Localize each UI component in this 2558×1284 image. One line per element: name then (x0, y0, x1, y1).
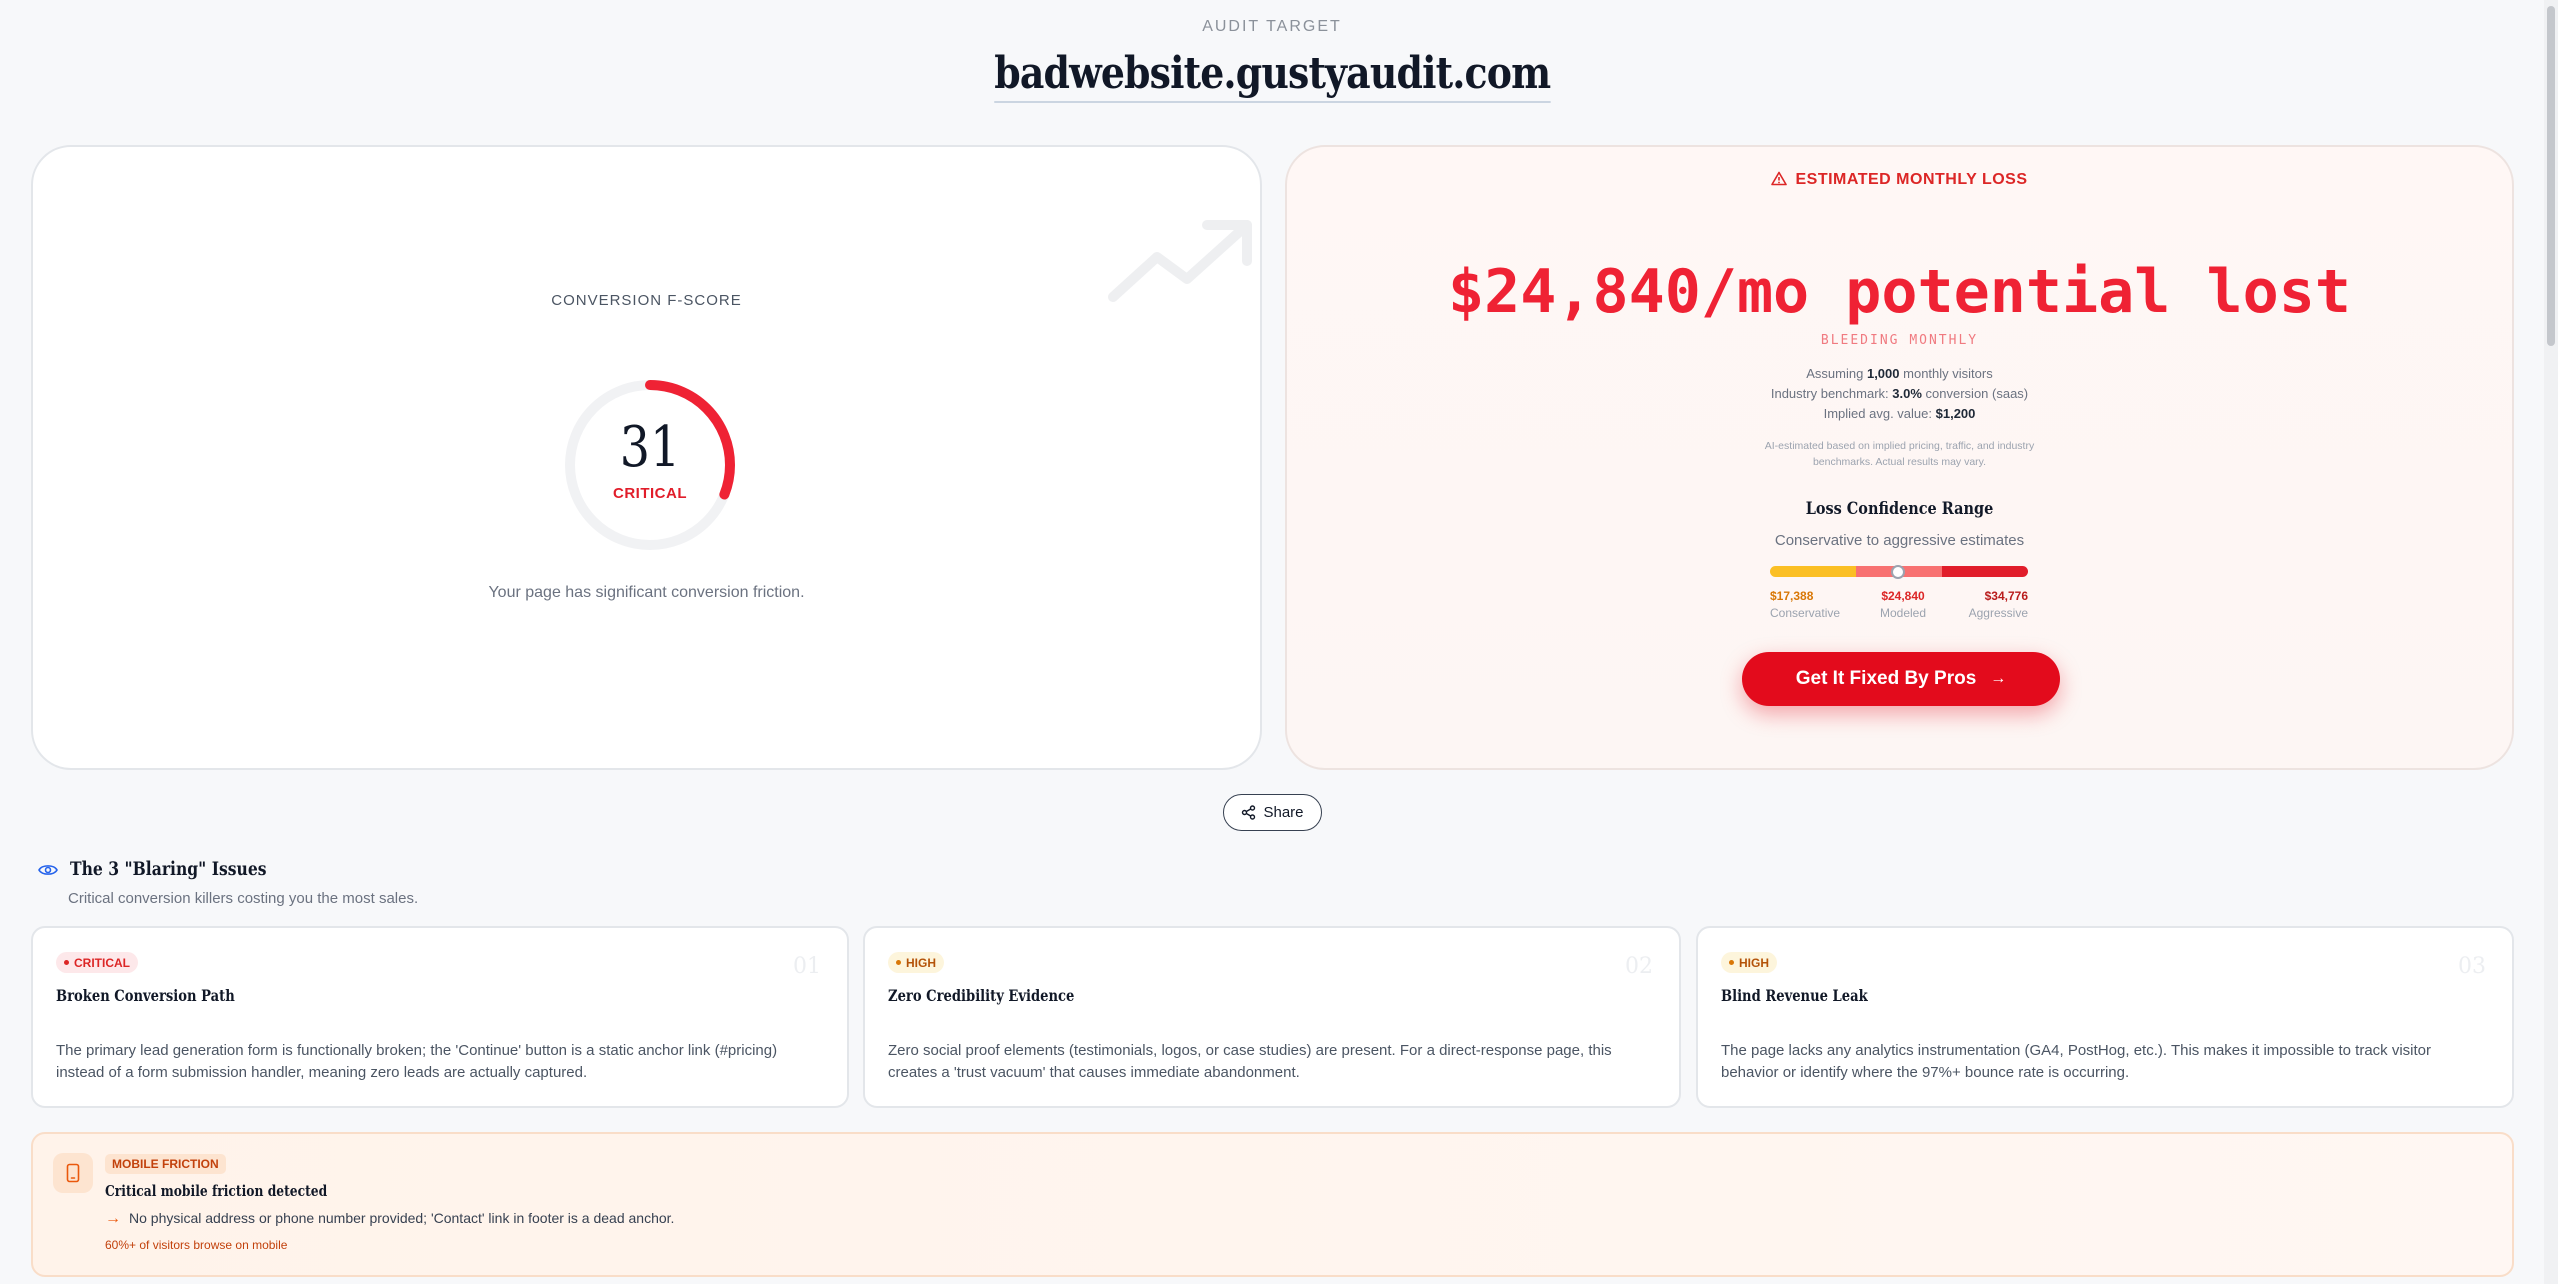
score-description: Your page has significant conversion fri… (488, 584, 805, 601)
range-segment-conservative (1770, 566, 1856, 577)
issue-title: Broken Conversion Path (56, 986, 235, 1005)
range-aggressive: $34,776 Aggressive (1968, 589, 2028, 620)
range-conservative: $17,388 Conservative (1770, 589, 1841, 620)
mobile-friction-badge: MOBILE FRICTION (105, 1154, 226, 1174)
issue-description: Zero social proof elements (testimonials… (888, 1042, 1612, 1081)
audit-domain: badwebsite.gustyaudit.com (993, 48, 1551, 103)
eye-icon (38, 865, 58, 875)
loss-disclaimer: AI-estimated based on implied pricing, t… (1764, 440, 2035, 468)
mobile-friction-title: Critical mobile friction detected (105, 1182, 328, 1200)
issue-number: 03 (2458, 954, 2486, 979)
score-status: CRITICAL (613, 485, 687, 502)
severity-badge: HIGH (888, 952, 944, 973)
issue-card: CRITICAL 01 Broken Conversion Path The p… (31, 926, 849, 1108)
assumption-avg-value: Implied avg. value: $1,200 (1823, 406, 1976, 421)
share-button[interactable]: Share (1223, 794, 1322, 831)
range-title: Loss Confidence Range (1805, 499, 1994, 519)
arrow-right-icon: → (105, 1210, 121, 1227)
issue-title: Zero Credibility Evidence (888, 986, 1075, 1005)
issue-card: HIGH 02 Zero Credibility Evidence Zero s… (863, 926, 1681, 1108)
score-value: 31 (619, 415, 681, 480)
severity-badge: CRITICAL (56, 952, 138, 973)
scrollbar[interactable] (2544, 0, 2558, 1284)
mobile-friction-detail: → No physical address or phone number pro… (105, 1210, 675, 1227)
issue-description: The primary lead generation form is func… (56, 1042, 778, 1081)
issue-number: 01 (793, 954, 821, 979)
bleeding-label: BLEEDING MONTHLY (1820, 333, 1979, 348)
range-subtitle: Conservative to aggressive estimates (1774, 532, 2025, 549)
assumption-visitors: Assuming 1,000 monthly visitors (1806, 366, 1993, 381)
audit-target-label: AUDIT TARGET (1202, 18, 1342, 35)
monthly-loss-card: ESTIMATED MONTHLY LOSS $24,840/mo potent… (1285, 145, 2514, 770)
mobile-friction-card: MOBILE FRICTION Critical mobile friction… (31, 1132, 2514, 1277)
smartphone-icon (53, 1153, 93, 1193)
loss-header: ESTIMATED MONTHLY LOSS (1287, 171, 2512, 191)
scrollbar-thumb[interactable] (2547, 6, 2555, 346)
range-segment-aggressive (1942, 566, 2028, 577)
audit-header: AUDIT TARGET badwebsite.gustyaudit.com (0, 18, 2544, 103)
arrow-right-icon: → (1990, 670, 2007, 687)
loss-header-text: ESTIMATED MONTHLY LOSS (1795, 171, 2028, 188)
issue-description: The page lacks any analytics instrumenta… (1721, 1042, 2432, 1081)
get-it-fixed-button[interactable]: Get It Fixed By Pros → (1742, 652, 2060, 706)
issue-title: Blind Revenue Leak (1721, 986, 1868, 1005)
share-icon (1242, 805, 1256, 820)
fscore-label: CONVERSION F-SCORE (551, 292, 742, 309)
issue-card: HIGH 03 Blind Revenue Leak The page lack… (1696, 926, 2514, 1108)
range-marker (1891, 565, 1905, 579)
issue-number: 02 (1625, 954, 1653, 979)
mobile-friction-note: 60%+ of visitors browse on mobile (105, 1238, 288, 1252)
warning-triangle-icon (1771, 171, 1788, 191)
issues-title: The 3 "Blaring" Issues (70, 858, 267, 880)
assumption-benchmark: Industry benchmark: 3.0% conversion (saa… (1770, 386, 2029, 401)
loss-amount: $24,840/mo potential lost (1447, 257, 2352, 327)
severity-badge: HIGH (1721, 952, 1777, 973)
range-labels: $17,388 Conservative $24,840 Modeled $34,7… (1770, 588, 2028, 622)
range-modeled: $24,840 Modeled (1880, 589, 1927, 620)
score-gauge: 31 CRITICAL (560, 375, 740, 555)
assumptions: Assuming 1,000 monthly visitors Industry… (1287, 364, 2512, 424)
issues-subtitle: Critical conversion killers costing you … (68, 890, 419, 907)
fscore-card: CONVERSION F-SCORE 31 CRITICAL Your page… (31, 145, 1262, 770)
